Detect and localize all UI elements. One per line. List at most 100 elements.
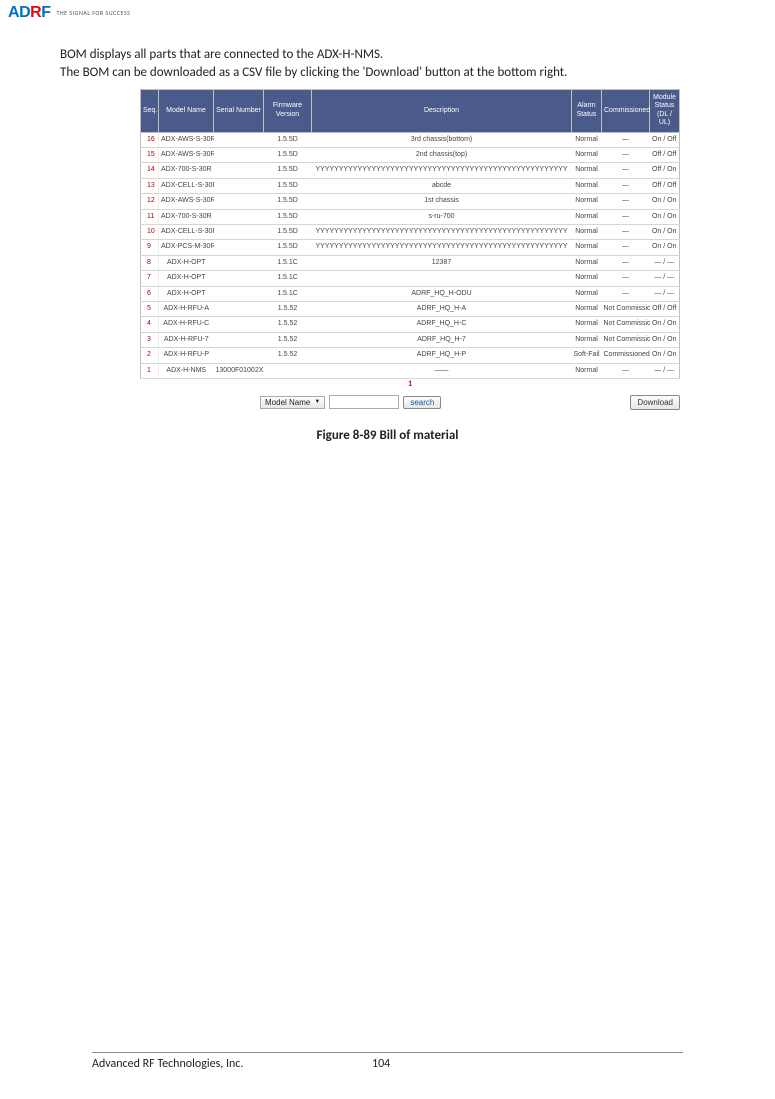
- cell-alarm: Normal: [572, 240, 602, 255]
- cell-mod: On / On: [650, 194, 680, 209]
- filter-dropdown[interactable]: Model Name ▼: [260, 396, 325, 409]
- cell-seq: 9: [141, 240, 159, 255]
- cell-comm: —: [602, 209, 650, 224]
- cell-model: ADX-AWS-S-30R: [159, 132, 214, 147]
- cell-model: ADX-700-S-30R: [159, 163, 214, 178]
- cell-serial: [214, 132, 264, 147]
- cell-desc: 12387: [312, 255, 572, 270]
- cell-comm: —: [602, 286, 650, 301]
- table-row: 8ADX-H-OPT1.5.1C12387Normal—— / —: [141, 255, 680, 270]
- cell-desc: YYYYYYYYYYYYYYYYYYYYYYYYYYYYYYYYYYYYYYYY…: [312, 225, 572, 240]
- cell-mod: On / On: [650, 348, 680, 363]
- cell-comm: —: [602, 194, 650, 209]
- th-serial: Serial Number: [214, 90, 264, 133]
- filter-dropdown-label: Model Name: [265, 398, 310, 407]
- cell-comm: —: [602, 225, 650, 240]
- cell-comm: Not Commissioned: [602, 332, 650, 347]
- table-row: 15ADX-AWS-S-30R1.5.5D2nd chassis(top)Nor…: [141, 148, 680, 163]
- cell-fw: 1.5.1C: [264, 271, 312, 286]
- cell-alarm: Normal: [572, 132, 602, 147]
- table-row: 4ADX-H-RFU-C1.5.52ADRF_HQ_H-CNormalNot C…: [141, 317, 680, 332]
- cell-serial: [214, 178, 264, 193]
- cell-model: ADX-H-RFU-A: [159, 301, 214, 316]
- cell-desc: ADRF_HQ_H-7: [312, 332, 572, 347]
- cell-alarm: Normal: [572, 148, 602, 163]
- cell-mod: Off / Off: [650, 301, 680, 316]
- th-desc: Description: [312, 90, 572, 133]
- cell-comm: —: [602, 178, 650, 193]
- cell-serial: [214, 271, 264, 286]
- cell-seq: 2: [141, 348, 159, 363]
- cell-serial: [214, 255, 264, 270]
- footer-page-number: 104: [372, 1057, 390, 1071]
- intro-text: BOM displays all parts that are connecte…: [60, 46, 715, 81]
- download-button[interactable]: Download: [630, 395, 680, 410]
- th-alarm: Alarm Status: [572, 90, 602, 133]
- cell-serial: [214, 240, 264, 255]
- cell-seq: 7: [141, 271, 159, 286]
- cell-fw: 1.5.5D: [264, 240, 312, 255]
- cell-seq: 13: [141, 178, 159, 193]
- cell-alarm: Normal: [572, 194, 602, 209]
- page-number[interactable]: 1: [408, 379, 412, 389]
- cell-mod: — / —: [650, 271, 680, 286]
- cell-model: ADX-H-OPT: [159, 255, 214, 270]
- cell-alarm: Normal: [572, 363, 602, 378]
- cell-seq: 3: [141, 332, 159, 347]
- cell-seq: 10: [141, 225, 159, 240]
- table-row: 13ADX-CELL-S-30R1.5.5DabcdeNormal—Off / …: [141, 178, 680, 193]
- cell-desc: [312, 271, 572, 286]
- cell-seq: 5: [141, 301, 159, 316]
- cell-desc: s-ru-700: [312, 209, 572, 224]
- cell-mod: Off / Off: [650, 178, 680, 193]
- cell-alarm: Normal: [572, 271, 602, 286]
- cell-desc: YYYYYYYYYYYYYYYYYYYYYYYYYYYYYYYYYYYYYYYY…: [312, 163, 572, 178]
- cell-model: ADX-H-RFU-7: [159, 332, 214, 347]
- logo-text: ADRF: [8, 4, 50, 22]
- cell-seq: 4: [141, 317, 159, 332]
- cell-model: ADX-H-RFU-C: [159, 317, 214, 332]
- cell-fw: 1.5.5D: [264, 148, 312, 163]
- table-header-row: Seq. Model Name Serial Number Firmware V…: [141, 90, 680, 133]
- cell-serial: [214, 209, 264, 224]
- cell-serial: [214, 163, 264, 178]
- cell-desc: ADRF_HQ_H-ODU: [312, 286, 572, 301]
- cell-desc: 3rd chassis(bottom): [312, 132, 572, 147]
- cell-model: ADX-H-RFU-P: [159, 348, 214, 363]
- search-button[interactable]: search: [403, 396, 441, 409]
- cell-desc: ADRF_HQ_H-A: [312, 301, 572, 316]
- cell-fw: 1.5.52: [264, 348, 312, 363]
- cell-desc: 1st chassis: [312, 194, 572, 209]
- logo-tagline: THE SIGNAL FOR SUCCESS: [56, 9, 130, 17]
- th-comm: Commissioned: [602, 90, 650, 133]
- cell-model: ADX-PCS-M-30R: [159, 240, 214, 255]
- cell-comm: Not Commissioned: [602, 317, 650, 332]
- cell-mod: On / On: [650, 209, 680, 224]
- cell-alarm: Normal: [572, 209, 602, 224]
- th-fw: Firmware Version: [264, 90, 312, 133]
- cell-model: ADX-700-S-30R: [159, 209, 214, 224]
- search-input[interactable]: [329, 395, 399, 409]
- cell-comm: Commissioned: [602, 348, 650, 363]
- table-row: 16ADX-AWS-S-30R1.5.5D3rd chassis(bottom)…: [141, 132, 680, 147]
- table-row: 7ADX-H-OPT1.5.1CNormal—— / —: [141, 271, 680, 286]
- page-footer: Advanced RF Technologies, Inc. 104: [92, 1052, 683, 1071]
- cell-comm: —: [602, 255, 650, 270]
- cell-alarm: Normal: [572, 225, 602, 240]
- cell-seq: 14: [141, 163, 159, 178]
- cell-seq: 1: [141, 363, 159, 378]
- table-row: 2ADX-H-RFU-P1.5.52ADRF_HQ_H-PSoft-FailCo…: [141, 348, 680, 363]
- cell-model: ADX-H-OPT: [159, 271, 214, 286]
- cell-seq: 15: [141, 148, 159, 163]
- footer-company: Advanced RF Technologies, Inc.: [92, 1057, 372, 1071]
- cell-mod: On / On: [650, 225, 680, 240]
- cell-fw: 1.5.5D: [264, 209, 312, 224]
- pager: 1: [140, 379, 680, 389]
- table-row: 3ADX-H-RFU-71.5.52ADRF_HQ_H-7NormalNot C…: [141, 332, 680, 347]
- cell-alarm: Normal: [572, 301, 602, 316]
- cell-comm: —: [602, 163, 650, 178]
- table-row: 12ADX-AWS-S-30R1.5.5D1st chassisNormal—O…: [141, 194, 680, 209]
- cell-mod: — / —: [650, 255, 680, 270]
- cell-model: ADX-CELL-S-30R: [159, 225, 214, 240]
- cell-mod: On / On: [650, 240, 680, 255]
